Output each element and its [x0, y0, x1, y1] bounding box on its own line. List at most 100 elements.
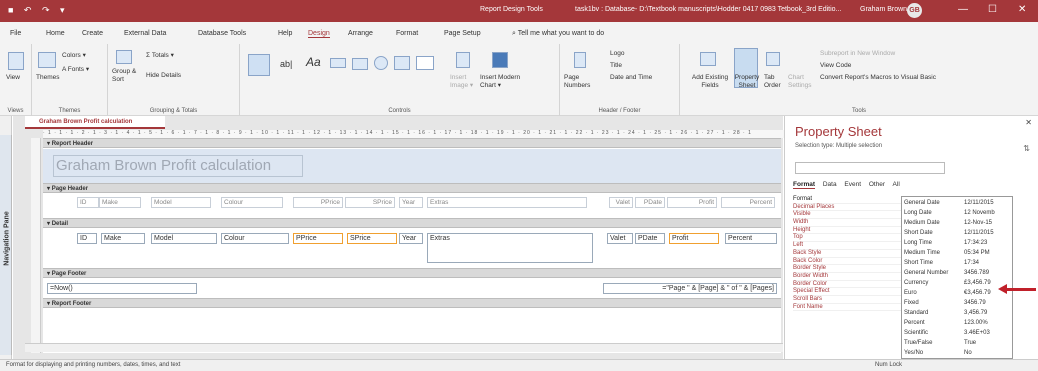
property-name[interactable]: Height	[793, 227, 903, 235]
header-label-valet[interactable]: Valet	[609, 197, 633, 208]
field-profit[interactable]: Profit	[669, 233, 719, 244]
section-report-header[interactable]: ▾ Report Header	[43, 138, 781, 148]
tab-external-data[interactable]: External Data	[124, 30, 166, 37]
view-button[interactable]: View	[6, 74, 20, 82]
page-numbers-button[interactable]: Page Numbers	[564, 74, 600, 90]
property-sheet-button[interactable]: Property Sheet	[734, 74, 760, 90]
header-label-extras[interactable]: Extras	[427, 197, 587, 208]
property-name[interactable]: Border Color	[793, 281, 903, 289]
tab-home[interactable]: Home	[46, 30, 65, 37]
header-label-pdate[interactable]: PDate	[635, 197, 665, 208]
section-page-footer[interactable]: ▾ Page Footer	[43, 268, 781, 278]
textbox-control-icon[interactable]: ab|	[280, 60, 292, 69]
themes-icon[interactable]	[38, 52, 56, 68]
tab-all[interactable]: All	[893, 181, 900, 188]
property-name[interactable]: Border Style	[793, 265, 903, 273]
list-item[interactable]: Short Date 12/11/2015	[904, 230, 994, 236]
section-page-header[interactable]: ▾ Page Header	[43, 183, 781, 193]
list-item[interactable]: Fixed 3456.79	[904, 300, 986, 306]
header-label-percent[interactable]: Percent	[721, 197, 775, 208]
design-canvas[interactable]: ▾ Report Header Graham Brown Profit calc…	[43, 138, 781, 353]
report-title-label[interactable]: Graham Brown Profit calculation	[53, 155, 303, 177]
property-name[interactable]: Border Width	[793, 273, 903, 281]
view-icon[interactable]	[8, 52, 24, 70]
convert-macros-button[interactable]: Convert Report's Macros to Visual Basic	[820, 74, 936, 82]
close-button[interactable]: ✕	[1018, 4, 1026, 15]
list-item[interactable]: Euro €3,456.79	[904, 290, 991, 296]
tab-control-icon[interactable]	[352, 58, 368, 70]
property-name[interactable]: Width	[793, 219, 903, 227]
tab-order-icon[interactable]	[766, 52, 780, 66]
list-item[interactable]: Standard 3,456.79	[904, 310, 987, 316]
group-sort-button[interactable]: Group & Sort	[112, 68, 142, 84]
list-item[interactable]: Short Time 17:34	[904, 260, 979, 266]
list-item[interactable]: General Date 12/11/2015	[904, 200, 994, 206]
header-label-year[interactable]: Year	[399, 197, 423, 208]
maximize-button[interactable]: ☐	[988, 4, 997, 15]
list-item[interactable]: Percent 123.00%	[904, 320, 988, 326]
tab-order-button[interactable]: Tab Order	[764, 74, 784, 90]
property-name[interactable]: Decimal Places	[793, 204, 903, 212]
add-fields-icon[interactable]	[700, 52, 716, 66]
field-valet[interactable]: Valet	[607, 233, 633, 244]
horizontal-scrollbar[interactable]	[25, 343, 783, 352]
footer-page-field[interactable]: ="Page " & [Page] & " of " & [Pages]	[603, 283, 777, 294]
label-control-icon[interactable]: Aa	[306, 56, 321, 68]
hide-details-button[interactable]: Hide Details	[146, 72, 181, 80]
property-name[interactable]: Back Style	[793, 250, 903, 258]
list-item[interactable]: Scientific 3.46E+03	[904, 330, 990, 336]
header-label-id[interactable]: ID	[77, 197, 99, 208]
field-colour[interactable]: Colour	[221, 233, 289, 244]
selection-dropdown[interactable]	[795, 162, 945, 174]
insert-image-icon[interactable]	[456, 52, 470, 68]
insert-chart-button[interactable]: Insert Modern Chart ▾	[480, 74, 532, 90]
field-pdate[interactable]: PDate	[635, 233, 665, 244]
field-make[interactable]: Make	[101, 233, 145, 244]
tab-arrange[interactable]: Arrange	[348, 30, 373, 37]
option-group-icon[interactable]	[394, 56, 410, 70]
avatar[interactable]: GB	[907, 3, 922, 18]
property-name[interactable]: Format	[793, 196, 903, 204]
tell-me-search[interactable]: ⌕ Tell me what you want to do	[512, 30, 604, 38]
colors-button[interactable]: Colors ▾	[62, 52, 86, 60]
property-name[interactable]: Font Name	[793, 304, 903, 312]
minimize-button[interactable]: —	[958, 4, 968, 15]
hyperlink-control-icon[interactable]	[374, 56, 388, 70]
header-label-model[interactable]: Model	[151, 197, 211, 208]
date-time-button[interactable]: Date and Time	[610, 74, 652, 82]
tab-file[interactable]: File	[10, 30, 21, 37]
button-control-icon[interactable]	[330, 58, 346, 68]
tab-create[interactable]: Create	[82, 30, 103, 37]
tab-event[interactable]: Event	[844, 181, 861, 188]
tab-format[interactable]: Format	[793, 181, 816, 189]
chart-settings-button[interactable]: Chart Settings	[788, 74, 812, 90]
fonts-button[interactable]: A Fonts ▾	[62, 66, 89, 74]
tab-data[interactable]: Data	[823, 181, 837, 188]
field-id[interactable]: ID	[77, 233, 97, 244]
field-percent[interactable]: Percent	[725, 233, 777, 244]
navigation-pane[interactable]: Navigation Pane	[0, 135, 12, 355]
property-name[interactable]: Left	[793, 242, 903, 250]
sort-icon[interactable]: ⇅	[1023, 144, 1030, 153]
list-item[interactable]: General Number 3456.789	[904, 270, 989, 276]
select-pointer-icon[interactable]	[248, 54, 270, 76]
tab-design[interactable]: Design	[308, 30, 330, 38]
list-item[interactable]: True/False True	[904, 340, 976, 346]
field-sprice[interactable]: SPrice	[347, 233, 397, 244]
header-label-make[interactable]: Make	[99, 197, 141, 208]
field-pprice[interactable]: PPrice	[293, 233, 343, 244]
list-item[interactable]: Yes/No No	[904, 350, 972, 356]
header-label-profit[interactable]: Profit	[667, 197, 717, 208]
property-name[interactable]: Visible	[793, 211, 903, 220]
quick-access-toolbar[interactable]: ■ ↶ ↷ ▾	[8, 5, 69, 16]
header-label-sprice[interactable]: SPrice	[345, 197, 395, 208]
themes-button[interactable]: Themes	[36, 74, 59, 82]
add-existing-fields-button[interactable]: Add Existing Fields	[688, 74, 732, 90]
field-model[interactable]: Model	[151, 233, 217, 244]
section-detail[interactable]: ▾ Detail	[43, 218, 781, 228]
tab-other[interactable]: Other	[869, 181, 885, 188]
section-report-footer[interactable]: ▾ Report Footer	[43, 298, 781, 308]
list-item[interactable]: Long Date 12 Novemb	[904, 210, 995, 216]
list-item[interactable]: Currency £3,456.79	[904, 280, 991, 286]
page-numbers-icon[interactable]	[574, 52, 586, 68]
